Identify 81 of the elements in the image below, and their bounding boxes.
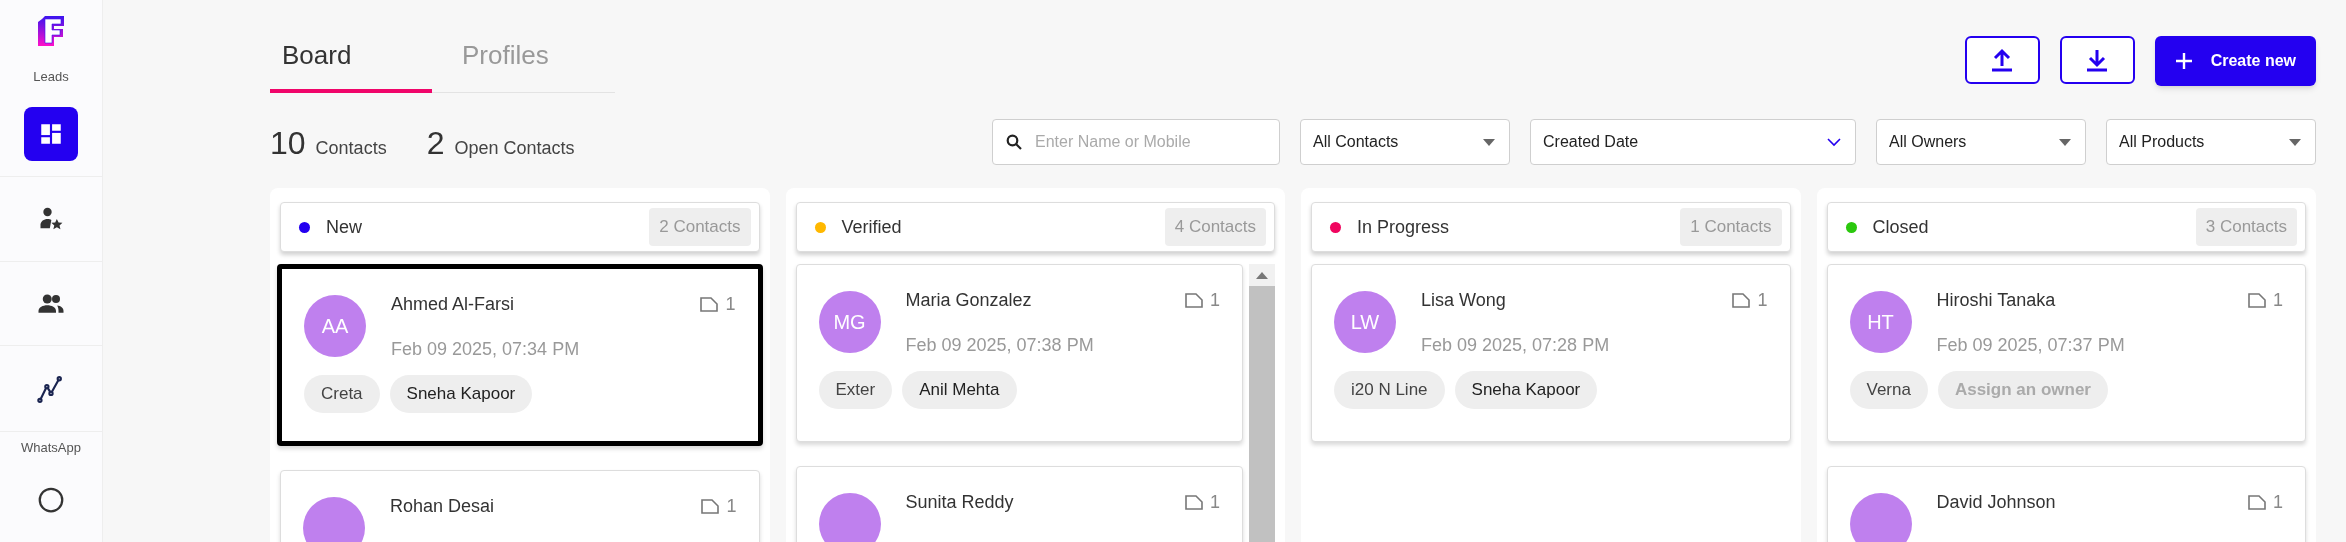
note-count: 1 xyxy=(2273,289,2283,312)
contact-name: Hiroshi Tanaka xyxy=(1936,289,2056,312)
scrollbar[interactable] xyxy=(1249,264,1275,542)
owner-tag: Anil Mehta xyxy=(902,371,1017,409)
owner-tag: Sneha Kapoor xyxy=(1454,371,1598,409)
note-icon xyxy=(1184,292,1204,309)
product-tag: Creta xyxy=(304,375,380,413)
contact-card[interactable]: HT Hiroshi Tanaka 1 Feb 09 2025, 07:37 PM Verna Assign an owner xyxy=(1826,264,2306,442)
upload-icon xyxy=(1991,48,2014,72)
search-field[interactable]: Enter Name or Mobile xyxy=(992,119,1280,165)
note-icon xyxy=(1184,494,1204,511)
count-number: 10 xyxy=(270,124,306,163)
note-icon xyxy=(1731,292,1752,309)
contact-date: Feb 09 2025, 07:37 PM xyxy=(1936,334,2126,357)
note-icon xyxy=(2247,494,2267,511)
contact-card[interactable]: Rohan Desai 1 xyxy=(280,470,760,542)
download-button[interactable] xyxy=(2059,36,2135,84)
owner-tag: Sneha Kapoor xyxy=(389,375,533,413)
note-count: 1 xyxy=(725,293,736,316)
contact-card[interactable]: Sunita Reddy 1 xyxy=(795,466,1243,542)
contact-name: Maria Gonzalez xyxy=(905,289,1032,312)
count-number: 2 xyxy=(426,124,445,163)
product-tag: Verna xyxy=(1849,371,1928,409)
contact-card[interactable]: MG Maria Gonzalez 1 Feb 09 2025, 07:38 PM Exter Anil Mehta xyxy=(795,264,1243,442)
contact-name: Sunita Reddy xyxy=(905,491,1014,514)
avatar xyxy=(818,493,881,542)
avatar: LW xyxy=(1334,291,1396,353)
owner-tag: Assign an owner xyxy=(1937,371,2108,409)
avatar: HT xyxy=(1849,291,1912,353)
contact-card[interactable]: AA Ahmed Al-Farsi 1 Feb 09 2025, 07:34 PM Creta Sneha Kapoor xyxy=(277,264,763,446)
count-label: Open Contacts xyxy=(454,137,575,160)
contact-count: 1 Contacts xyxy=(1680,208,1782,246)
caret-down-icon xyxy=(2059,138,2071,146)
filter-dropdown[interactable]: Created Date xyxy=(1530,119,1856,165)
filter-dropdown[interactable]: All Contacts xyxy=(1300,119,1510,165)
note-count: 1 xyxy=(1210,289,1220,312)
upload-button[interactable] xyxy=(1964,36,2040,84)
note-icon xyxy=(700,498,721,515)
contact-name: Lisa Wong xyxy=(1421,289,1506,312)
contact-date: Feb 09 2025, 07:34 PM xyxy=(391,338,581,361)
note-count: 1 xyxy=(726,495,737,518)
avatar: MG xyxy=(818,291,881,353)
note-count: 1 xyxy=(1210,491,1220,514)
product-tag: i20 N Line xyxy=(1334,371,1445,409)
tab[interactable]: Board xyxy=(270,24,432,93)
column-title: Closed xyxy=(1872,215,1929,239)
contact-name: Ahmed Al-Farsi xyxy=(391,293,515,316)
chevron-down-icon xyxy=(1827,137,1841,147)
section-label: WhatsApp xyxy=(0,430,102,458)
caret-down-icon xyxy=(2289,138,2301,146)
contact-card[interactable]: LW Lisa Wong 1 Feb 09 2025, 07:28 PM i20 N Line Sneha Kapoor xyxy=(1311,264,1791,442)
plus-icon xyxy=(2174,52,2193,70)
product-tag: Exter xyxy=(818,371,893,409)
avatar xyxy=(303,497,365,542)
avatar xyxy=(1849,493,1912,542)
contact-card[interactable]: David Johnson 1 xyxy=(1826,466,2306,542)
nav-button[interactable] xyxy=(24,107,78,162)
note-icon xyxy=(2247,292,2267,309)
column-title: Verified xyxy=(841,215,902,239)
column-title: In Progress xyxy=(1357,215,1450,239)
app-logo xyxy=(38,16,64,46)
filter-dropdown[interactable]: All Owners xyxy=(1876,119,2086,165)
contact-date: Feb 09 2025, 07:28 PM xyxy=(1421,334,1611,357)
note-count: 1 xyxy=(1757,289,1768,312)
scroll-up-icon[interactable] xyxy=(1256,271,1268,279)
note-count: 1 xyxy=(2273,491,2283,514)
filter-dropdown[interactable]: All Products xyxy=(2106,119,2316,165)
create-button[interactable]: Create new xyxy=(2154,36,2316,86)
contact-date: Feb 09 2025, 07:38 PM xyxy=(905,334,1095,357)
avatar: AA xyxy=(304,295,366,357)
contact-count: 4 Contacts xyxy=(1164,208,1266,246)
contact-count: 3 Contacts xyxy=(2195,208,2297,246)
caret-down-icon xyxy=(1483,138,1495,146)
column-title: New xyxy=(326,215,362,239)
download-icon xyxy=(2086,48,2109,72)
count-label: Contacts xyxy=(315,137,387,160)
note-icon xyxy=(699,296,720,313)
contact-name: David Johnson xyxy=(1936,491,2056,514)
contact-count: 2 Contacts xyxy=(649,208,751,246)
section-label: Leads xyxy=(33,68,69,86)
contact-name: Rohan Desai xyxy=(390,495,495,518)
